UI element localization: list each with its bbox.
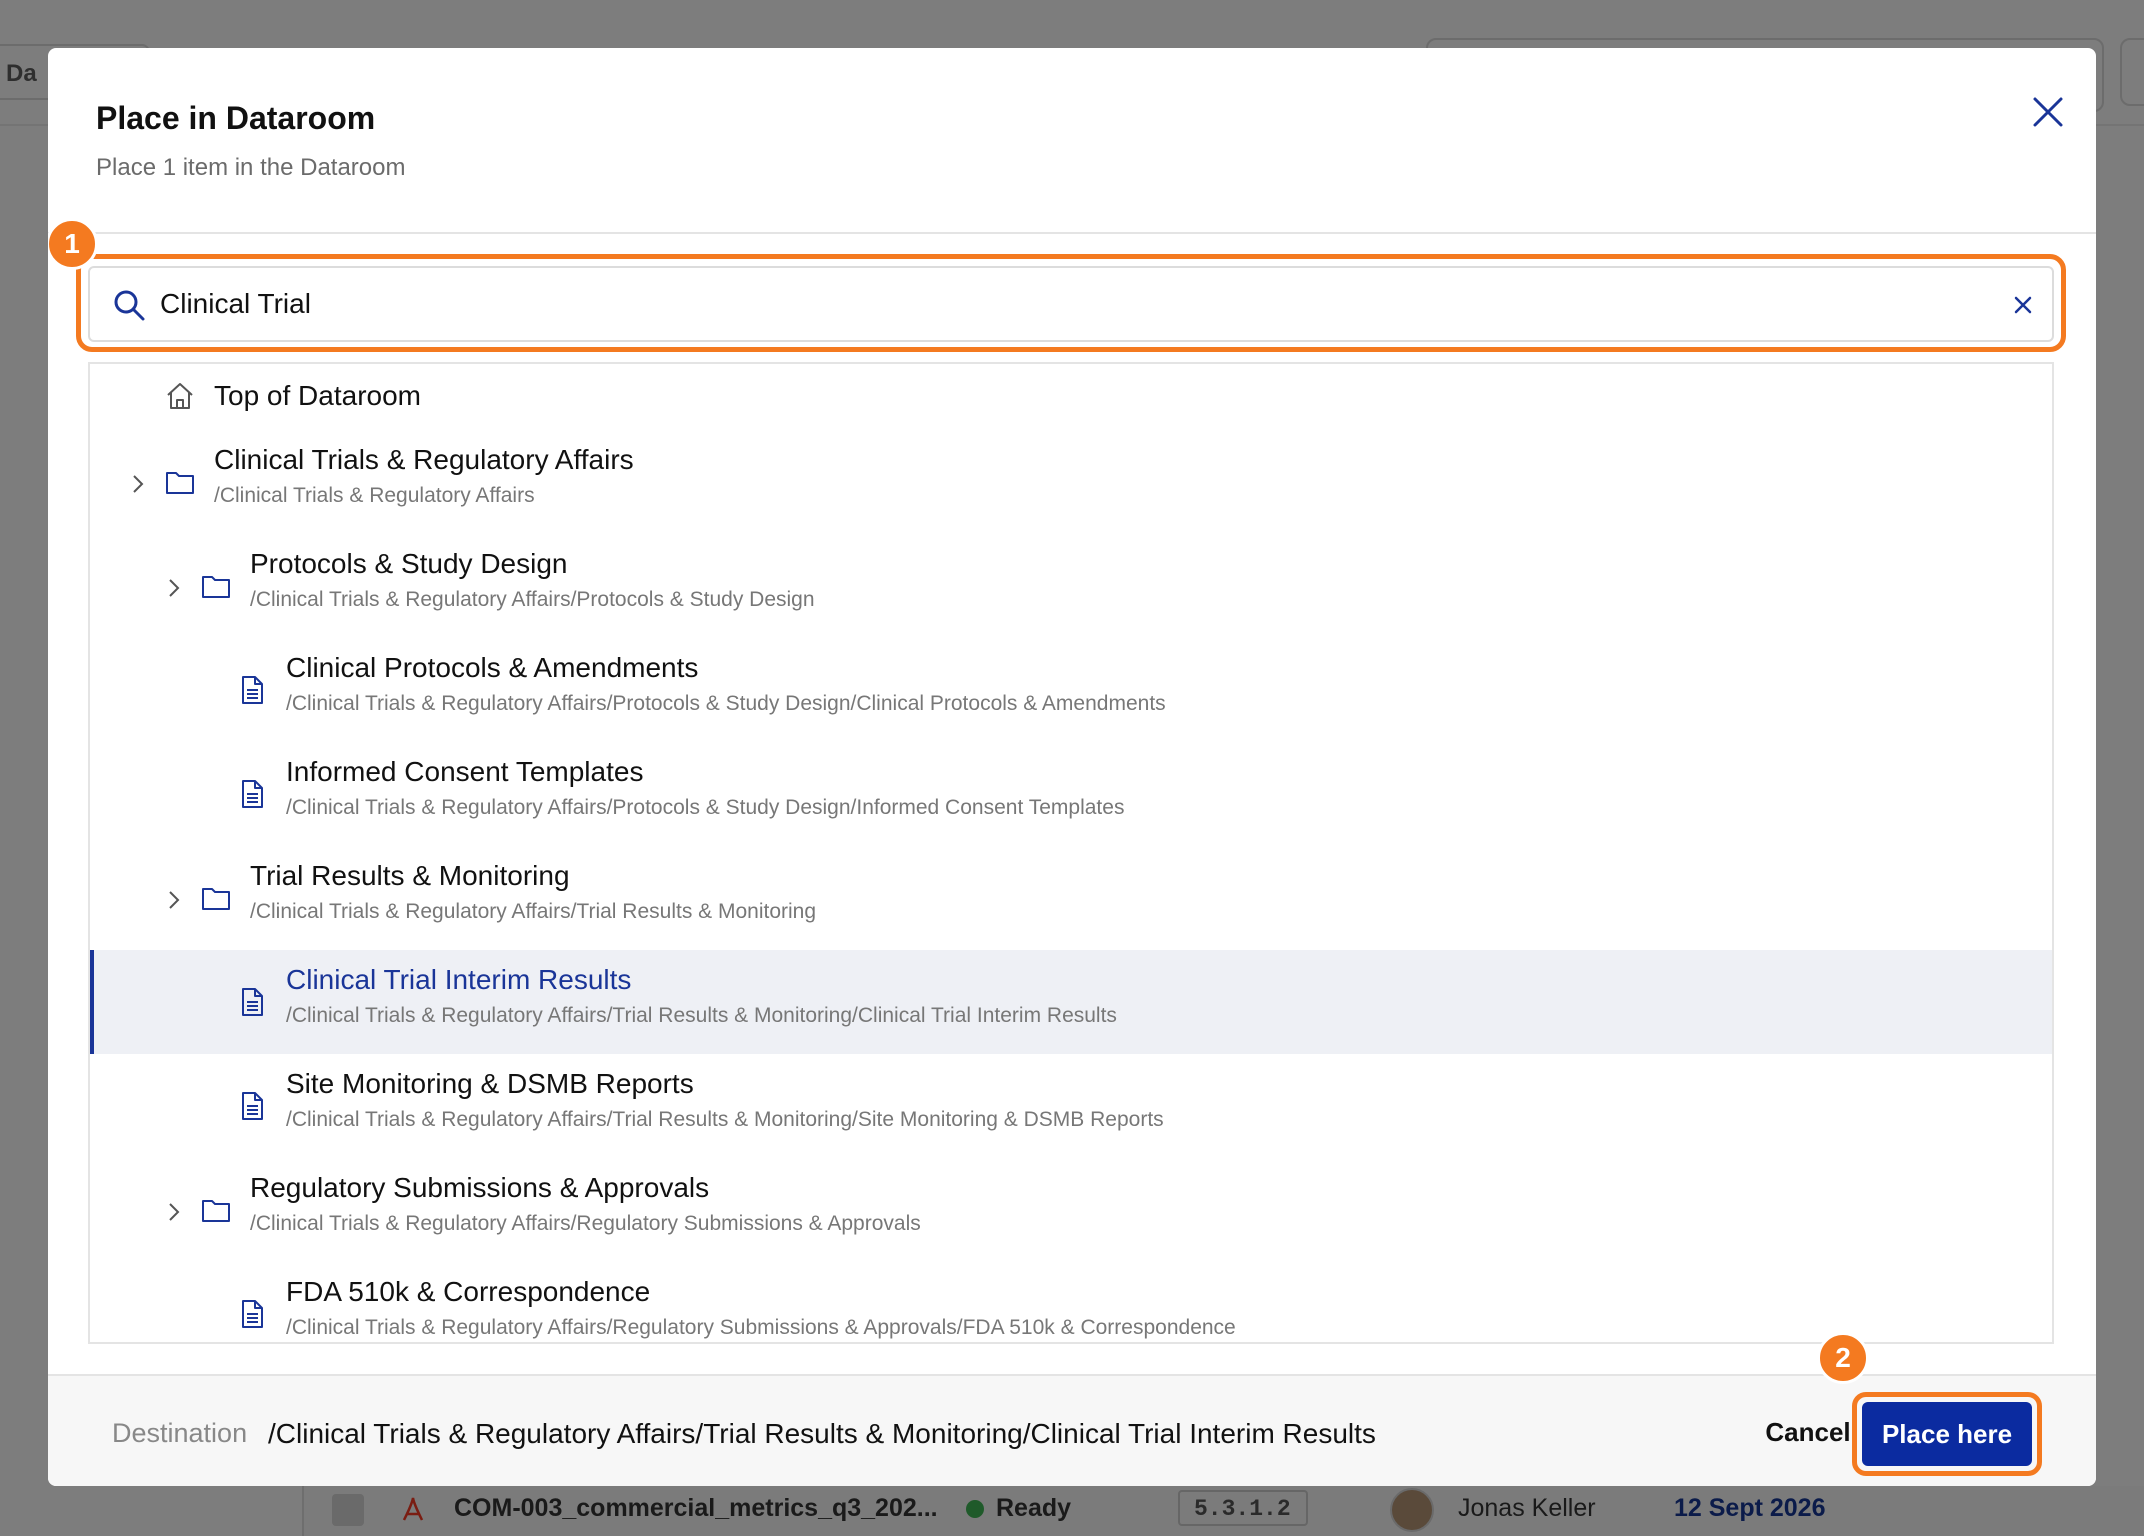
clear-search-button[interactable] xyxy=(2008,290,2038,320)
tree-item-label: Trial Results & Monitoring xyxy=(250,860,570,891)
folder-icon xyxy=(202,888,230,910)
place-in-dataroom-dialog: Place in Dataroom Place 1 item in the Da… xyxy=(48,48,2096,1486)
chevron-right-icon[interactable] xyxy=(164,886,184,914)
destination-value: /Clinical Trials & Regulatory Affairs/Tr… xyxy=(268,1418,1376,1449)
background-status: Ready xyxy=(996,1494,1072,1522)
tree-item-label: Regulatory Submissions & Approvals xyxy=(250,1172,710,1203)
dataroom-tree: Top of Dataroom Clinical Trials & Regula… xyxy=(88,362,2054,1344)
place-here-button[interactable]: Place here xyxy=(1862,1402,2032,1466)
folder-icon xyxy=(202,1200,230,1222)
tree-item-path: /Clinical Trials & Regulatory Affairs xyxy=(214,484,535,507)
document-icon xyxy=(242,1300,263,1328)
tree-item-label: Clinical Protocols & Amendments xyxy=(286,652,699,683)
document-icon xyxy=(242,1092,263,1120)
folder-icon xyxy=(166,472,194,494)
tree-item-document[interactable]: FDA 510k & Correspondence /Clinical Tria… xyxy=(90,1262,2052,1342)
folder-icon xyxy=(202,576,230,598)
tree-item-path: /Clinical Trials & Regulatory Affairs/Pr… xyxy=(286,692,1166,715)
dialog-subtitle: Place 1 item in the Dataroom xyxy=(96,154,406,181)
chevron-right-icon[interactable] xyxy=(128,470,148,498)
tree-item-label: Site Monitoring & DSMB Reports xyxy=(286,1068,694,1099)
tree-item-label: Protocols & Study Design xyxy=(250,548,568,579)
background-person: Jonas Keller xyxy=(1458,1494,1596,1522)
background-tab-label: Da xyxy=(6,60,37,87)
tree-item-path: /Clinical Trials & Regulatory Affairs/Re… xyxy=(286,1316,1236,1339)
background-version: 5.3.1.2 xyxy=(1178,1490,1308,1526)
step-badge-1: 1 xyxy=(48,218,98,270)
step-badge-2: 2 xyxy=(1817,1332,1869,1384)
chevron-right-icon[interactable] xyxy=(164,1198,184,1226)
tree-item-document[interactable]: Site Monitoring & DSMB Reports /Clinical… xyxy=(90,1054,2052,1158)
tree-item-path: /Clinical Trials & Regulatory Affairs/Tr… xyxy=(250,900,817,923)
tree-item-label: Clinical Trial Interim Results xyxy=(286,964,632,995)
tree-item-label: FDA 510k & Correspondence xyxy=(286,1276,651,1307)
tree-item-path: /Clinical Trials & Regulatory Affairs/Tr… xyxy=(286,1004,1117,1027)
search-input[interactable] xyxy=(160,280,1980,328)
search-box xyxy=(88,266,2054,342)
tree-item-folder[interactable]: Trial Results & Monitoring /Clinical Tri… xyxy=(90,846,2052,950)
dialog-title: Place in Dataroom xyxy=(96,100,376,136)
tree-item-path: /Clinical Trials & Regulatory Affairs/Tr… xyxy=(286,1108,1164,1131)
status-dot-icon xyxy=(966,1500,984,1518)
document-icon xyxy=(242,780,263,808)
close-icon xyxy=(2033,97,2063,127)
dialog-footer: Destination /Clinical Trials & Regulator… xyxy=(48,1376,2096,1486)
avatar xyxy=(1390,1488,1434,1532)
tree-item-label: Top of Dataroom xyxy=(214,380,421,411)
pdf-icon xyxy=(398,1494,428,1532)
tree-item-folder[interactable]: Protocols & Study Design /Clinical Trial… xyxy=(90,534,2052,638)
tree-item-document[interactable]: Clinical Protocols & Amendments /Clinica… xyxy=(90,638,2052,742)
tree-item-path: /Clinical Trials & Regulatory Affairs/Pr… xyxy=(286,796,1125,819)
header-divider xyxy=(48,232,2096,234)
tree-item-label: Informed Consent Templates xyxy=(286,756,644,787)
background-date: 12 Sept 2026 xyxy=(1674,1494,1826,1522)
background-button xyxy=(2120,38,2144,106)
tree-item-path: /Clinical Trials & Regulatory Affairs/Re… xyxy=(250,1212,921,1235)
tree-item-document[interactable]: Informed Consent Templates /Clinical Tri… xyxy=(90,742,2052,846)
tree-item-document-selected[interactable]: Clinical Trial Interim Results /Clinical… xyxy=(90,950,2052,1054)
home-icon xyxy=(167,383,193,409)
tree-item-label: Clinical Trials & Regulatory Affairs xyxy=(214,444,634,475)
chevron-right-icon[interactable] xyxy=(164,574,184,602)
search-icon xyxy=(114,290,145,321)
background-filename: COM-003_commercial_metrics_q3_202... xyxy=(454,1494,938,1522)
document-icon xyxy=(242,988,263,1016)
close-button[interactable] xyxy=(2020,84,2076,140)
tree-item-top-of-dataroom[interactable]: Top of Dataroom xyxy=(90,364,2052,430)
tree-item-path: /Clinical Trials & Regulatory Affairs/Pr… xyxy=(250,588,815,611)
background-checkbox xyxy=(332,1494,364,1526)
tree-item-folder[interactable]: Regulatory Submissions & Approvals /Clin… xyxy=(90,1158,2052,1262)
clear-icon xyxy=(2014,296,2032,314)
document-icon xyxy=(242,676,263,704)
tree-item-folder[interactable]: Clinical Trials & Regulatory Affairs /Cl… xyxy=(90,430,2052,534)
destination-label: Destination xyxy=(112,1418,248,1448)
